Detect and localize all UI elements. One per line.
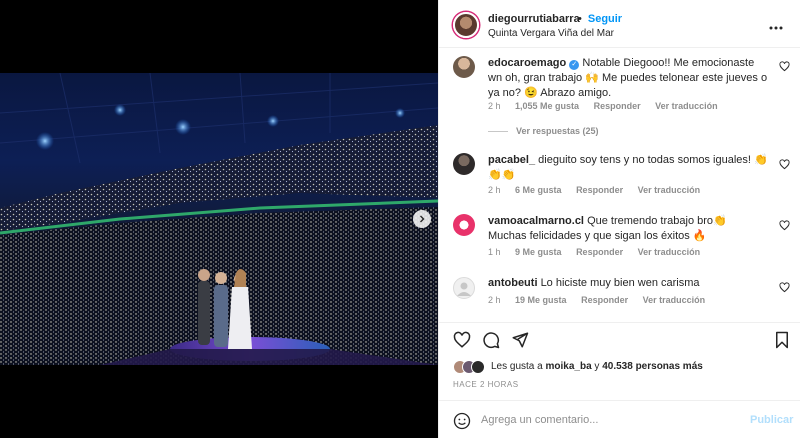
emoji-icon[interactable] xyxy=(453,412,471,430)
default-user-icon xyxy=(457,282,471,296)
translate-button[interactable]: Ver traducción xyxy=(638,247,701,257)
likes-middle: y xyxy=(594,361,600,372)
translate-button[interactable]: Ver traducción xyxy=(643,295,706,305)
post-header: diegourrutiabarra • Seguir Quinta Vergara… xyxy=(439,0,800,48)
comment-username[interactable]: antobeuti xyxy=(488,277,538,289)
likes-prefix: Les gusta a xyxy=(491,361,543,372)
comment-body: antobeuti Lo hiciste muy bien wen carism… xyxy=(488,276,768,291)
comment-icon[interactable] xyxy=(482,331,500,349)
post-media xyxy=(0,0,438,438)
comment-composer: Publicar xyxy=(439,400,800,438)
share-send-icon[interactable] xyxy=(511,331,529,349)
concert-photo[interactable] xyxy=(0,73,438,365)
follow-label: Seguir xyxy=(587,13,623,25)
liker-avatars xyxy=(453,360,493,374)
avatar[interactable] xyxy=(453,214,475,236)
verified-badge-icon: ✓ xyxy=(569,60,580,70)
comment-likes[interactable]: 19 Me gusta xyxy=(515,295,567,305)
comment-body: vamoacalmarno.cl Que tremendo trabajo br… xyxy=(488,214,768,244)
post-details-panel: diegourrutiabarra • Seguir Quinta Vergara… xyxy=(438,0,800,438)
avatar[interactable] xyxy=(453,12,479,38)
bookmark-icon[interactable] xyxy=(773,331,791,349)
comment-time[interactable]: 2 h xyxy=(488,101,501,111)
comment-meta: 2 h 1,055 Me gusta Responder Ver traducc… xyxy=(488,101,730,111)
post-author-username[interactable]: diegourrutiabarra xyxy=(488,13,580,25)
avatar[interactable] xyxy=(453,56,475,78)
avatar xyxy=(471,360,485,374)
concert-image xyxy=(0,73,438,365)
publish-button[interactable]: Publicar xyxy=(750,414,793,426)
comment-likes[interactable]: 9 Me gusta xyxy=(515,247,562,257)
replies-divider xyxy=(488,131,508,133)
chevron-right-icon xyxy=(420,215,425,223)
comment-text: Lo hiciste muy bien wen carisma xyxy=(540,277,700,289)
view-replies-label: Ver respuestas (25) xyxy=(516,126,599,136)
heart-icon[interactable] xyxy=(779,159,790,170)
heart-icon[interactable] xyxy=(779,282,790,293)
comment-time[interactable]: 1 h xyxy=(488,247,501,257)
avatar[interactable] xyxy=(453,277,475,299)
comment-meta: 2 h 6 Me gusta Responder Ver traducción xyxy=(488,185,712,195)
reply-button[interactable]: Responder xyxy=(581,295,628,305)
comment-body: pacabel_ dieguito soy tens y no todas so… xyxy=(488,153,768,183)
comment-username[interactable]: vamoacalmarno.cl xyxy=(488,215,584,227)
more-horizontal-icon xyxy=(769,26,783,30)
likes-count[interactable]: 40.538 personas más xyxy=(602,361,703,372)
separator-dot: • xyxy=(578,13,582,25)
comment-likes[interactable]: 1,055 Me gusta xyxy=(515,101,579,111)
reply-button[interactable]: Responder xyxy=(576,247,623,257)
reply-button[interactable]: Responder xyxy=(594,101,641,111)
like-heart-icon[interactable] xyxy=(453,331,471,349)
post-timestamp[interactable]: HACE 2 HORAS xyxy=(453,380,519,389)
comment-likes[interactable]: 6 Me gusta xyxy=(515,185,562,195)
avatar[interactable] xyxy=(453,153,475,175)
comment-meta: 2 h 19 Me gusta Responder Ver traducción xyxy=(488,295,717,305)
comment-meta: 1 h 9 Me gusta Responder Ver traducción xyxy=(488,247,712,257)
comment-input[interactable] xyxy=(481,411,731,429)
comment-body: edocaroemago ✓ Notable Diegooo!! Me emoc… xyxy=(488,56,768,101)
more-options-button[interactable] xyxy=(769,17,783,33)
heart-icon[interactable] xyxy=(779,220,790,231)
comment-time[interactable]: 2 h xyxy=(488,295,501,305)
post-actions-bar xyxy=(439,322,800,362)
next-media-button[interactable] xyxy=(413,210,431,228)
translate-button[interactable]: Ver traducción xyxy=(655,101,718,111)
translate-button[interactable]: Ver traducción xyxy=(638,185,701,195)
likes-text: Les gusta a moika_ba y 40.538 personas m… xyxy=(491,361,703,372)
post-location[interactable]: Quinta Vergara Viña del Mar xyxy=(488,28,614,39)
instagram-post-modal: diegourrutiabarra • Seguir Quinta Vergara… xyxy=(0,0,800,438)
view-replies-button[interactable]: Ver respuestas (25) xyxy=(488,126,599,136)
reply-button[interactable]: Responder xyxy=(576,185,623,195)
comment-username[interactable]: edocaroemago xyxy=(488,57,566,69)
likes-summary: Les gusta a moika_ba y 40.538 personas m… xyxy=(453,360,793,374)
comment-time[interactable]: 2 h xyxy=(488,185,501,195)
follow-button[interactable]: • Seguir xyxy=(578,13,622,25)
comment-username[interactable]: pacabel_ xyxy=(488,154,535,166)
liker-username[interactable]: moika_ba xyxy=(546,361,592,372)
heart-icon[interactable] xyxy=(779,61,790,72)
